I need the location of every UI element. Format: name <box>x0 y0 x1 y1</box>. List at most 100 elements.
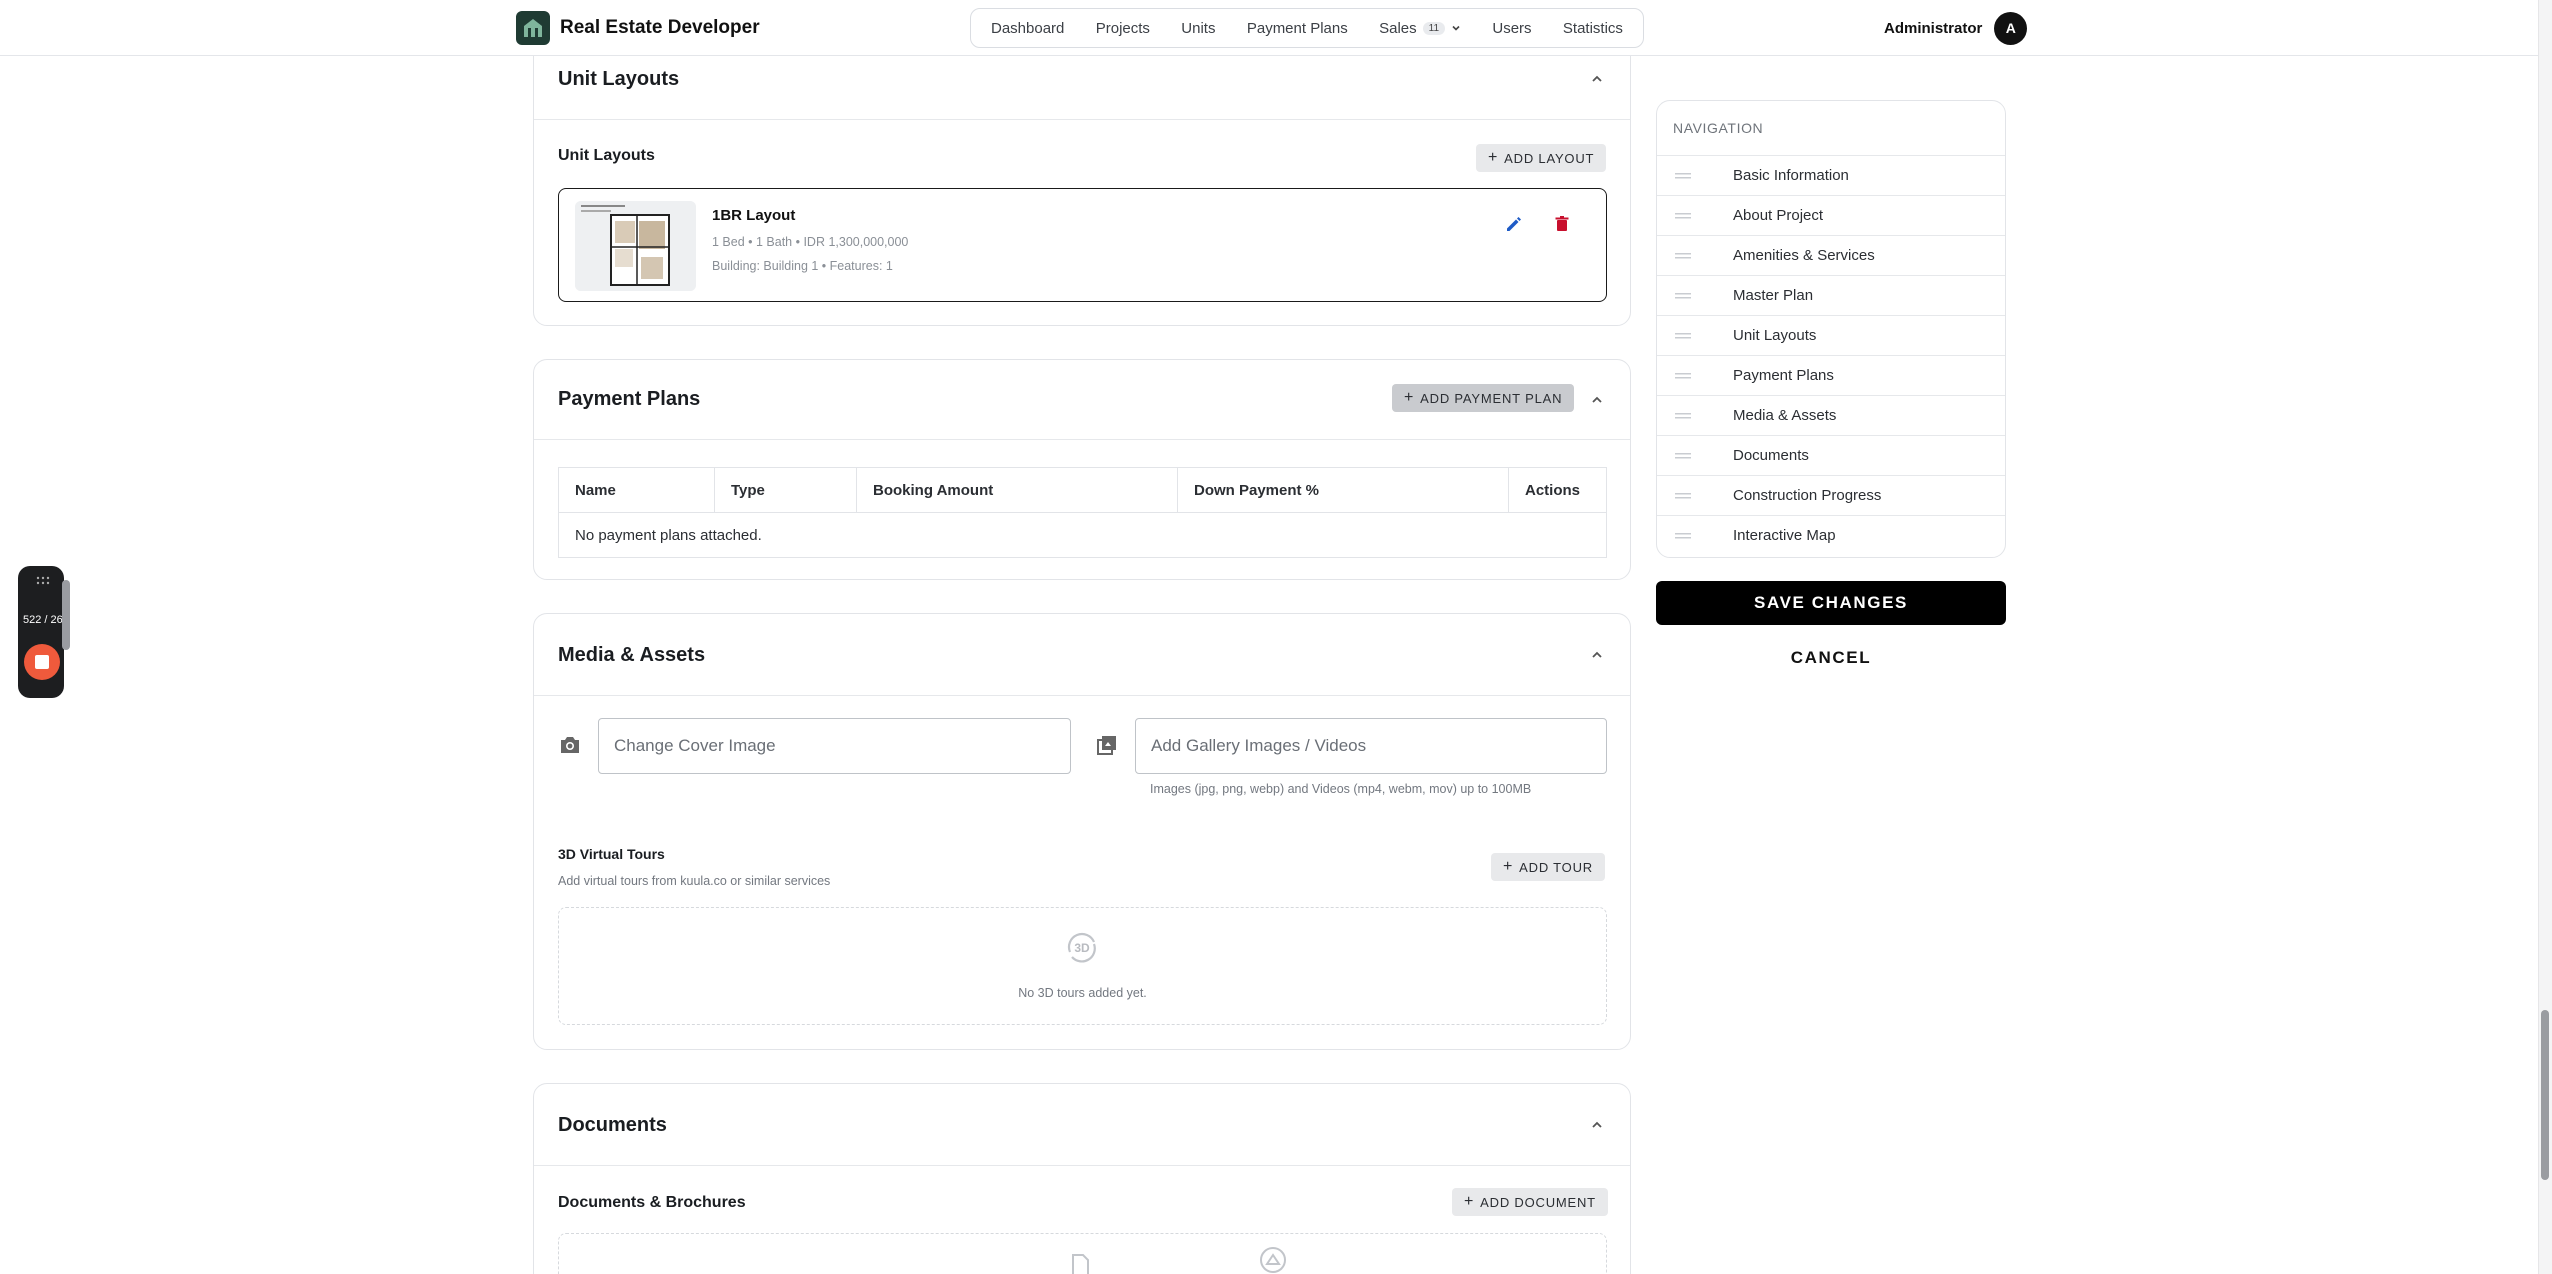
avatar[interactable]: A <box>1994 11 2028 45</box>
card-header: Payment Plans + ADD PAYMENT PLAN <box>534 360 1630 440</box>
drag-grip-icon[interactable] <box>36 576 50 586</box>
card-header: Documents <box>534 1084 1630 1166</box>
chevron-up-icon[interactable] <box>1590 1118 1604 1132</box>
nav-units[interactable]: Units <box>1181 20 1215 37</box>
column-header: Type <box>714 467 857 513</box>
delete-icon[interactable] <box>1551 213 1573 235</box>
brand[interactable]: Real Estate Developer <box>516 11 760 45</box>
page-scrollbar-thumb[interactable] <box>2541 1010 2549 1180</box>
card-title: Payment Plans <box>558 388 701 410</box>
navigation-list: Basic Information About Project Amenitie… <box>1657 155 2005 555</box>
tours-badge-text: 3D <box>1074 941 1090 955</box>
drag-handle-icon[interactable] <box>1675 292 1691 299</box>
nav-label: Units <box>1181 19 1216 37</box>
layout-details: Building: Building 1 • Features: 1 <box>712 259 893 273</box>
floor-plan-thumbnail <box>575 201 696 291</box>
stop-recording-button[interactable] <box>24 644 60 680</box>
recorder-widget[interactable]: 522 / 26 <box>18 566 64 698</box>
app-header: Real Estate Developer Dashboard Projects… <box>0 0 2538 56</box>
nav-item-label: Construction Progress <box>1733 487 1882 504</box>
documents-card: Documents Documents & Brochures + ADD DO… <box>533 1083 1631 1274</box>
chevron-down-icon <box>1452 25 1460 31</box>
nav-item-construction-progress[interactable]: Construction Progress <box>1657 475 2005 515</box>
drag-handle-icon[interactable] <box>1675 172 1691 179</box>
nav-payment-plans[interactable]: Payment Plans <box>1247 20 1348 37</box>
user-menu[interactable]: Administrator A <box>1884 11 2028 45</box>
plus-icon: + <box>1464 1193 1475 1210</box>
section-label: Unit Layouts <box>558 147 655 164</box>
drag-handle-icon[interactable] <box>1675 372 1691 379</box>
drag-handle-icon[interactable] <box>1675 532 1691 539</box>
media-assets-card: Media & Assets Images (jpg, png, webp) a… <box>533 613 1631 1050</box>
plus-icon: + <box>1503 858 1514 875</box>
gallery-input[interactable] <box>1135 718 1607 774</box>
sales-count-badge: 11 <box>1422 21 1446 35</box>
user-name: Administrator <box>1884 19 1983 37</box>
nav-item-basic-information[interactable]: Basic Information <box>1657 155 2005 195</box>
card-header: Media & Assets <box>534 614 1630 696</box>
navigation-title: NAVIGATION <box>1673 120 1764 136</box>
add-payment-plan-button[interactable]: + ADD PAYMENT PLAN <box>1392 384 1575 412</box>
nav-label: Projects <box>1095 19 1150 37</box>
nav-label: Dashboard <box>991 19 1065 37</box>
nav-item-payment-plans[interactable]: Payment Plans <box>1657 355 2005 395</box>
plus-icon: + <box>1488 149 1499 166</box>
nav-item-label: Interactive Map <box>1733 527 1836 544</box>
recorder-scrollbar[interactable] <box>62 580 70 650</box>
nav-item-label: About Project <box>1733 207 1824 224</box>
recorder-counter: 522 / 26 <box>23 614 63 626</box>
cover-image-input[interactable] <box>598 718 1071 774</box>
drag-handle-icon[interactable] <box>1675 492 1691 499</box>
chevron-up-icon[interactable] <box>1590 393 1604 407</box>
nav-item-label: Master Plan <box>1733 287 1814 304</box>
section-label: 3D Virtual Tours <box>558 846 665 862</box>
drag-handle-icon[interactable] <box>1675 452 1691 459</box>
gallery-hint: Images (jpg, png, webp) and Videos (mp4,… <box>1150 782 1532 796</box>
button-label: ADD TOUR <box>1519 859 1593 875</box>
payment-plans-card: Payment Plans + ADD PAYMENT PLAN Name Ty… <box>533 359 1631 580</box>
nav-projects[interactable]: Projects <box>1096 20 1150 37</box>
drag-handle-icon[interactable] <box>1675 252 1691 259</box>
nav-item-media-assets[interactable]: Media & Assets <box>1657 395 2005 435</box>
section-label: Documents & Brochures <box>558 1194 746 1211</box>
save-changes-button[interactable]: SAVE CHANGES <box>1656 581 2006 625</box>
add-layout-button[interactable]: + ADD LAYOUT <box>1476 144 1607 172</box>
nav-statistics[interactable]: Statistics <box>1563 20 1623 37</box>
chevron-up-icon[interactable] <box>1590 648 1604 662</box>
chevron-up-icon[interactable] <box>1590 72 1604 86</box>
section-navigation: NAVIGATION Basic Information About Proje… <box>1656 100 2006 558</box>
unit-layout-item[interactable]: 1BR Layout 1 Bed • 1 Bath • IDR 1,300,00… <box>558 188 1607 302</box>
nav-item-master-plan[interactable]: Master Plan <box>1657 275 2005 315</box>
table-header-row: Name Type Booking Amount Down Payment % … <box>558 467 1607 513</box>
nav-item-about-project[interactable]: About Project <box>1657 195 2005 235</box>
plus-icon: + <box>1404 389 1415 406</box>
drag-handle-icon[interactable] <box>1675 412 1691 419</box>
nav-dashboard[interactable]: Dashboard <box>991 20 1064 37</box>
edit-icon[interactable] <box>1503 213 1525 235</box>
nav-item-amenities-services[interactable]: Amenities & Services <box>1657 235 2005 275</box>
drag-handle-icon[interactable] <box>1675 212 1691 219</box>
payment-plans-table: Name Type Booking Amount Down Payment % … <box>558 467 1607 558</box>
empty-state-text: No payment plans attached. <box>575 526 762 544</box>
card-title: Unit Layouts <box>558 68 680 90</box>
nav-item-unit-layouts[interactable]: Unit Layouts <box>1657 315 2005 355</box>
nav-item-interactive-map[interactable]: Interactive Map <box>1657 515 2005 555</box>
add-tour-button[interactable]: + ADD TOUR <box>1491 853 1605 881</box>
nav-label: Sales <box>1379 19 1417 37</box>
nav-item-label: Unit Layouts <box>1733 327 1817 344</box>
add-document-button[interactable]: + ADD DOCUMENT <box>1452 1188 1608 1216</box>
card-title: Documents <box>558 1114 667 1136</box>
button-label: ADD LAYOUT <box>1504 150 1595 166</box>
nav-item-documents[interactable]: Documents <box>1657 435 2005 475</box>
nav-users[interactable]: Users <box>1492 20 1531 37</box>
nav-item-label: Basic Information <box>1733 167 1849 184</box>
brochure-icon <box>1260 1247 1286 1273</box>
column-header: Actions <box>1508 467 1607 513</box>
drag-handle-icon[interactable] <box>1675 332 1691 339</box>
card-title: Media & Assets <box>558 644 706 666</box>
column-header: Booking Amount <box>856 467 1178 513</box>
brand-name: Real Estate Developer <box>560 17 760 38</box>
cancel-button[interactable]: CANCEL <box>1656 640 2006 676</box>
nav-label: Users <box>1492 19 1532 37</box>
nav-sales[interactable]: Sales 11 <box>1379 20 1461 37</box>
